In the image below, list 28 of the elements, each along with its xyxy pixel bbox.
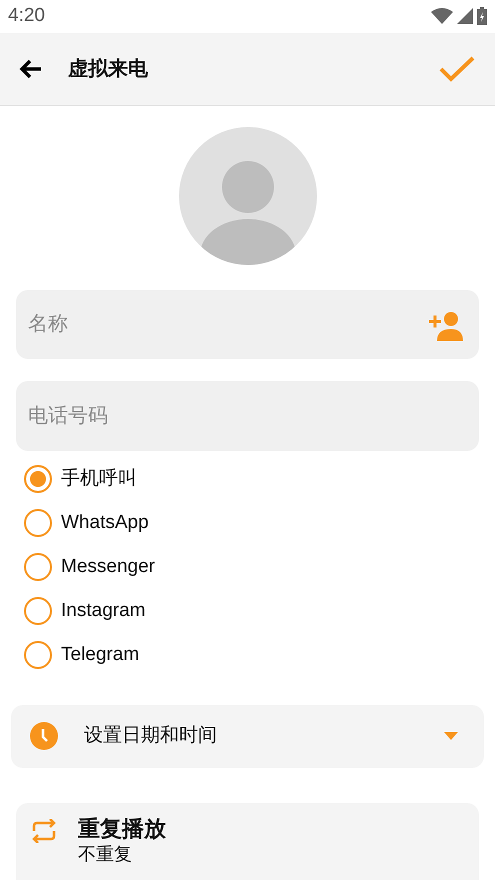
- add-contact-icon[interactable]: [429, 310, 463, 341]
- dropdown-caret-icon: [444, 732, 458, 740]
- screen-title: 虚拟来电: [68, 56, 148, 82]
- clock-icon: [30, 722, 58, 750]
- repeat-title: 重复播放: [78, 814, 166, 843]
- radio-button[interactable]: [24, 597, 52, 626]
- name-field[interactable]: 名称: [16, 290, 479, 359]
- radio-button[interactable]: [24, 509, 52, 538]
- radio-label: WhatsApp: [61, 510, 149, 535]
- status-time: 4:20: [8, 4, 45, 28]
- radio-label: 手机呼叫: [61, 466, 137, 491]
- radio-button[interactable]: [24, 553, 52, 582]
- repeat-value: 不重复: [78, 842, 133, 865]
- avatar-placeholder[interactable]: [178, 126, 316, 265]
- wifi-icon: [431, 8, 453, 24]
- repeat-icon: [30, 818, 58, 843]
- date-time-dropdown[interactable]: 设置日期和时间: [11, 705, 484, 768]
- radio-button[interactable]: [24, 641, 52, 670]
- phone-field[interactable]: 电话号码: [16, 380, 479, 452]
- radio-label: Instagram: [61, 598, 146, 623]
- repeat-card[interactable]: 重复播放 不重复: [16, 802, 479, 880]
- battery-icon: [477, 7, 487, 26]
- radio-label: Messenger: [61, 554, 155, 579]
- checkmark-icon: [439, 54, 475, 83]
- radio-button[interactable]: [24, 465, 52, 494]
- back-arrow-icon: [19, 58, 43, 79]
- radio-label: Telegram: [61, 642, 140, 667]
- signal-icon: [457, 8, 473, 24]
